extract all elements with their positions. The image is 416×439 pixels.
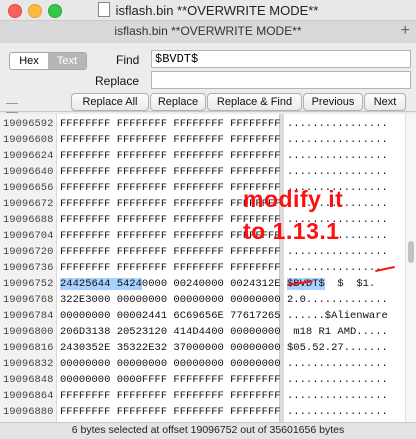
hex-editor[interactable]: 19096592 FFFFFFFF FFFFFFFF FFFFFFFF FFFFF… [0, 114, 416, 422]
find-label: Find [116, 53, 140, 67]
row-offset: 19096816 [3, 342, 54, 354]
document-icon [97, 2, 110, 17]
row-ascii[interactable]: 2.0............. [287, 292, 388, 308]
hex-row[interactable]: 19096608 FFFFFFFF FFFFFFFF FFFFFFFF FFFFF… [0, 132, 416, 148]
row-ascii[interactable]: ................ [287, 356, 388, 372]
row-offset: 19096864 [3, 390, 54, 402]
find-input[interactable]: $BVDT$ [151, 50, 411, 68]
row-hex[interactable]: FFFFFFFF FFFFFFFF FFFFFFFF FFFFFFFF [60, 260, 281, 276]
row-hex[interactable]: 2430352E 35322E32 37000000 00000000 [60, 340, 281, 356]
row-ascii[interactable]: ................ [287, 372, 388, 388]
row-offset: 19096688 [3, 214, 54, 226]
replace-all-button[interactable]: Replace All [71, 93, 149, 111]
hex-row[interactable]: 19096832 00000000 00000000 00000000 00000… [0, 356, 416, 372]
hex-row[interactable]: 19096800 206D3138 20523120 414D4400 00000… [0, 324, 416, 340]
row-hex[interactable]: FFFFFFFF FFFFFFFF FFFFFFFF FFFFFFFF [60, 164, 281, 180]
add-tab-icon[interactable]: + [401, 22, 410, 40]
hex-row[interactable]: 19096784 00000000 00002441 6C69656E 77617… [0, 308, 416, 324]
hex-row[interactable]: 19096864 FFFFFFFF FFFFFFFF FFFFFFFF FFFFF… [0, 388, 416, 404]
row-hex[interactable]: FFFFFFFF FFFFFFFF FFFFFFFF FFFFFFFF [60, 388, 281, 404]
row-offset: 19096784 [3, 310, 54, 322]
hex-row[interactable]: 19096656 FFFFFFFF FFFFFFFF FFFFFFFF FFFFF… [0, 180, 416, 196]
hex-row[interactable]: 19096752 24425644 54240000 00240000 00243… [0, 276, 416, 292]
next-button[interactable]: Next [364, 93, 406, 111]
row-hex[interactable]: FFFFFFFF FFFFFFFF FFFFFFFF FFFFFFFF [60, 404, 281, 420]
hex-row[interactable]: 19096720 FFFFFFFF FFFFFFFF FFFFFFFF FFFFF… [0, 244, 416, 260]
row-offset: 19096880 [3, 406, 54, 418]
row-ascii[interactable]: ................ [287, 148, 388, 164]
row-hex[interactable]: 00000000 0000FFFF FFFFFFFF FFFFFFFF [60, 372, 281, 388]
status-bar: 6 bytes selected at offset 19096752 out … [0, 422, 416, 439]
selected-hex-bytes[interactable]: 24425644 5424 [60, 278, 142, 290]
row-offset: 19096640 [3, 166, 54, 178]
hex-row[interactable]: 19096736 FFFFFFFF FFFFFFFF FFFFFFFF FFFFF… [0, 260, 416, 276]
row-hex[interactable]: 206D3138 20523120 414D4400 00000000 [60, 324, 281, 340]
hex-row[interactable]: 19096848 00000000 0000FFFF FFFFFFFF FFFFF… [0, 372, 416, 388]
row-ascii[interactable]: $05.52.27....... [287, 340, 388, 356]
replace-toolbar: Replace All Replace Replace & Find Previ… [0, 92, 416, 113]
row-hex[interactable]: 00000000 00000000 00000000 00000000 [60, 356, 281, 372]
hex-row[interactable]: 19096816 2430352E 35322E32 37000000 00000… [0, 340, 416, 356]
annotation-line-1: modify it [243, 186, 344, 212]
hex-row[interactable]: 19096672 FFFFFFFF FFFFFFFF FFFFFFFF FFFFF… [0, 196, 416, 212]
replace-label: Replace [95, 74, 140, 88]
row-hex[interactable]: 00000000 00002441 6C69656E 77617265 [60, 308, 281, 324]
row-offset: 19096848 [3, 374, 54, 386]
mode-hex-option[interactable]: Hex [10, 53, 48, 69]
annotation-line-2: to 1.13.1 [243, 218, 340, 244]
row-ascii[interactable]: $BVDT$ $ $1. [287, 276, 375, 292]
row-offset: 19096592 [3, 118, 54, 130]
row-ascii[interactable]: ................ [287, 132, 388, 148]
row-hex[interactable]: FFFFFFFF FFFFFFFF FFFFFFFF FFFFFFFF [60, 244, 281, 260]
row-offset: 19096720 [3, 246, 54, 258]
row-offset: 19096768 [3, 294, 54, 306]
row-ascii[interactable]: ................ [287, 164, 388, 180]
row-offset: 19096608 [3, 134, 54, 146]
hex-row[interactable]: 19096704 FFFFFFFF FFFFFFFF FFFFFFFF FFFFF… [0, 228, 416, 244]
hex-row[interactable]: 19096688 FFFFFFFF FFFFFFFF FFFFFFFF FFFFF… [0, 212, 416, 228]
hex-row[interactable]: 19096880 FFFFFFFF FFFFFFFF FFFFFFFF FFFFF… [0, 404, 416, 420]
resize-grip-icon[interactable] [6, 103, 18, 113]
row-offset: 19096752 [3, 278, 54, 290]
row-offset: 19096704 [3, 230, 54, 242]
row-ascii[interactable]: m18 R1 AMD..... [287, 324, 388, 340]
row-offset: 19096800 [3, 326, 54, 338]
tab-bar: isflash.bin **OVERWRITE MODE** + [0, 20, 416, 44]
row-ascii[interactable]: ......$Alienware [287, 308, 388, 324]
replace-input[interactable] [151, 71, 411, 89]
row-ascii[interactable]: ................ [287, 388, 388, 404]
row-ascii[interactable]: ................ [287, 116, 388, 132]
window-title: isflash.bin **OVERWRITE MODE** [0, 2, 416, 18]
hex-row[interactable]: 19096640 FFFFFFFF FFFFFFFF FFFFFFFF FFFFF… [0, 164, 416, 180]
hex-row[interactable]: 19096768 322E3000 00000000 00000000 00000… [0, 292, 416, 308]
row-ascii[interactable]: ................ [287, 244, 388, 260]
replace-and-find-button[interactable]: Replace & Find [207, 93, 302, 111]
row-offset: 19096656 [3, 182, 54, 194]
row-offset: 19096672 [3, 198, 54, 210]
previous-button[interactable]: Previous [303, 93, 363, 111]
tab-active[interactable]: isflash.bin **OVERWRITE MODE** [0, 24, 416, 38]
row-offset: 19096624 [3, 150, 54, 162]
hex-row[interactable]: 19096592 FFFFFFFF FFFFFFFF FFFFFFFF FFFFF… [0, 116, 416, 132]
row-hex[interactable]: FFFFFFFF FFFFFFFF FFFFFFFF FFFFFFFF [60, 148, 281, 164]
row-hex[interactable]: 322E3000 00000000 00000000 00000000 [60, 292, 281, 308]
row-ascii[interactable]: ................ [287, 260, 388, 276]
mode-text-option[interactable]: Text [48, 53, 86, 69]
replace-button[interactable]: Replace [150, 93, 206, 111]
hex-row[interactable]: 19096624 FFFFFFFF FFFFFFFF FFFFFFFF FFFFF… [0, 148, 416, 164]
mode-segmented-control[interactable]: Hex Text [9, 52, 87, 70]
title-bar: isflash.bin **OVERWRITE MODE** [0, 0, 416, 20]
row-hex[interactable]: 24425644 54240000 00240000 0024312E [60, 276, 281, 292]
row-offset: 19096736 [3, 262, 54, 274]
row-hex[interactable]: FFFFFFFF FFFFFFFF FFFFFFFF FFFFFFFF [60, 132, 281, 148]
row-hex[interactable]: FFFFFFFF FFFFFFFF FFFFFFFF FFFFFFFF [60, 116, 281, 132]
row-offset: 19096832 [3, 358, 54, 370]
row-ascii[interactable]: ................ [287, 404, 388, 420]
